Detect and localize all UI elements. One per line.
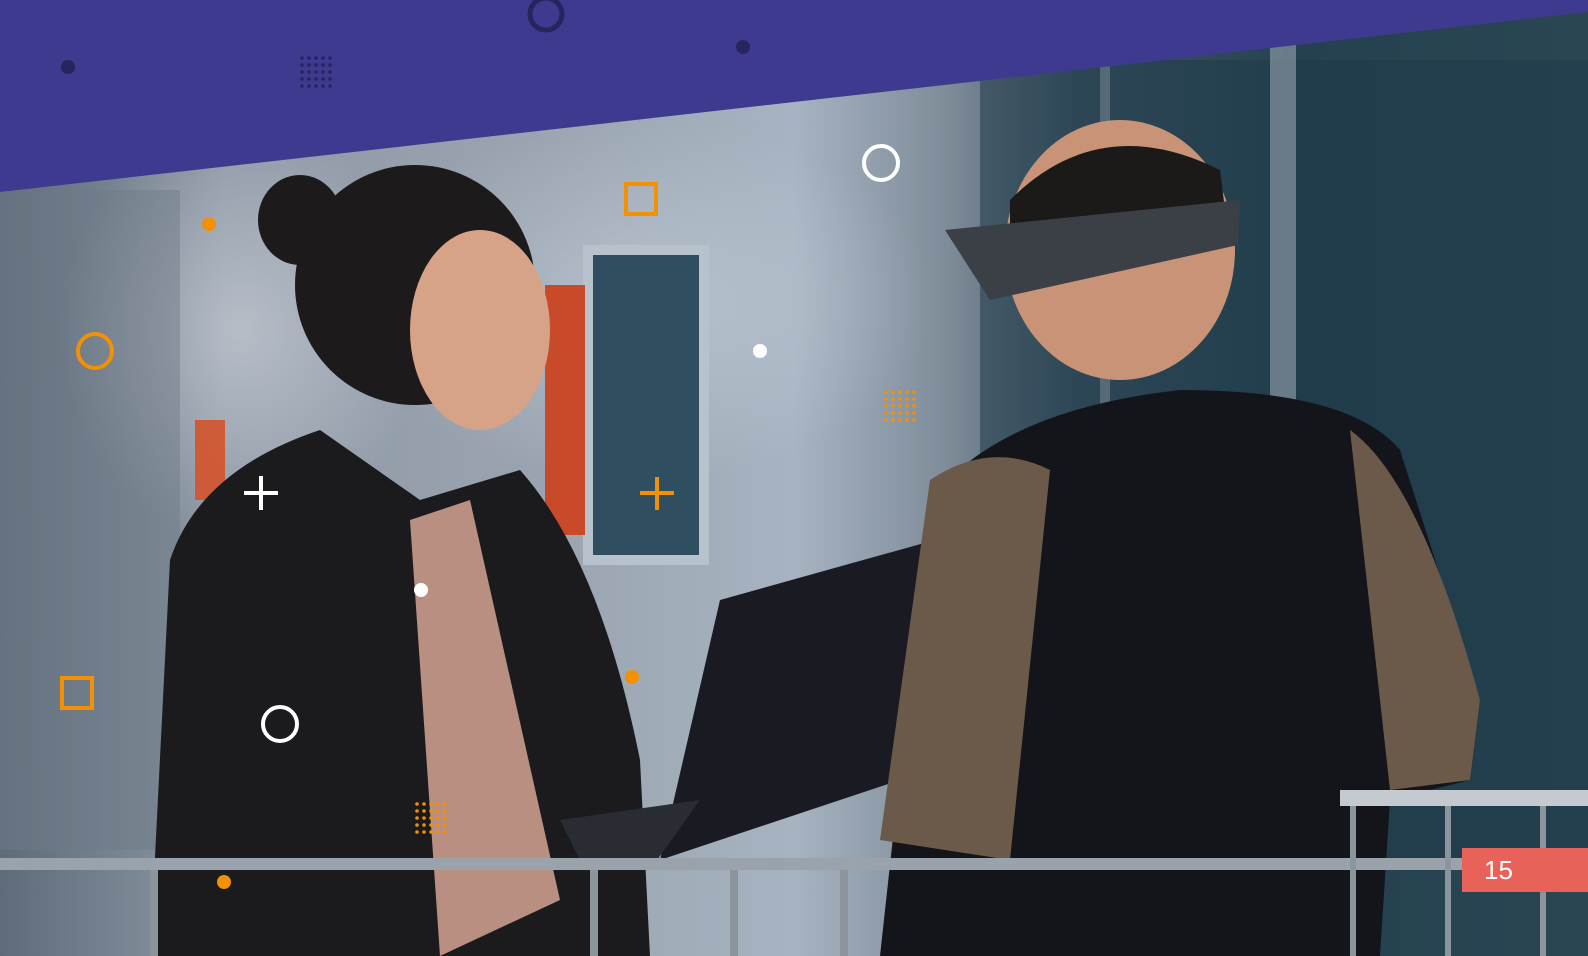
orange-dot-icon-2: [625, 670, 639, 684]
white-plus-icon: [244, 476, 278, 510]
orange-dot-icon: [202, 217, 216, 231]
page-number: 15: [1484, 854, 1513, 885]
orange-dot-icon-3: [217, 875, 231, 889]
orange-square-icon-2: [60, 676, 94, 710]
white-dot-icon: [753, 344, 767, 358]
white-ring-icon: [862, 144, 900, 182]
orange-ring-icon: [76, 332, 114, 370]
white-dot-icon-2: [414, 583, 428, 597]
orange-plus-icon: [640, 477, 674, 510]
orange-dot-grid-icon-2: [415, 802, 447, 834]
decor-layer: [60, 144, 916, 889]
page-number-badge: 15: [1462, 848, 1588, 892]
orange-dot-grid-icon: [884, 390, 916, 422]
white-ring-icon-2: [261, 705, 299, 743]
orange-square-icon: [624, 182, 658, 216]
